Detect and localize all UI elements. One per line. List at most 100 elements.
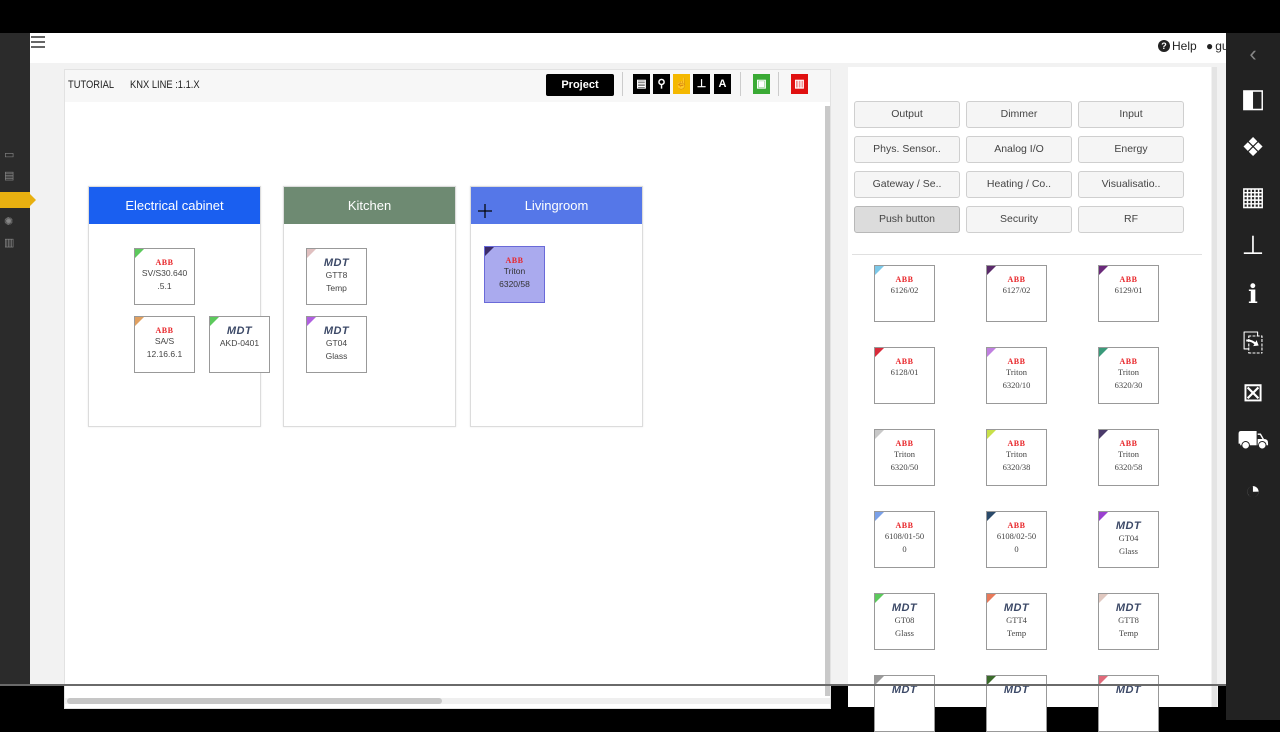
library-device[interactable]: MDT GT04 Glass [1098, 511, 1159, 568]
library-device[interactable]: ABB Triton 6320/10 [986, 347, 1047, 404]
brand-logo: MDT [323, 325, 350, 337]
project-details-button[interactable]: Project Details [546, 74, 614, 113]
cubes-icon[interactable]: ❖ [1226, 128, 1280, 166]
room-card[interactable]: Livingroom ABB Triton 6320/58 [470, 186, 643, 427]
library-device[interactable]: ABB Triton 6320/38 [986, 429, 1047, 486]
device-label-line: GT04 [325, 338, 348, 348]
archive-icon[interactable]: ▤ [4, 170, 18, 182]
category-button[interactable]: Dimmer [966, 101, 1072, 128]
trash-icon[interactable]: ▥ [791, 74, 808, 94]
category-button[interactable]: Phys. Sensor.. [854, 136, 960, 163]
device-label-line: 6320/38 [1002, 462, 1031, 472]
library-device[interactable]: ABB 6129/01 [1098, 265, 1159, 322]
document-icon[interactable] [0, 192, 36, 208]
library-device[interactable]: MDT GTT4 Temp [986, 593, 1047, 650]
menu-icon[interactable] [31, 36, 45, 48]
pie-chart-icon[interactable]: ◔ [1226, 471, 1280, 509]
document-icon[interactable]: ▤ [633, 74, 650, 94]
category-button[interactable]: Analog I/O [966, 136, 1072, 163]
category-button[interactable]: Push button [854, 206, 960, 233]
device-label-line: SA/S [154, 336, 175, 346]
left-strip: ▭ ▤ ✺ ▥ [0, 33, 36, 684]
cube-icon[interactable]: ◧ [1226, 79, 1280, 117]
room-device[interactable]: MDT GTT8 Temp [306, 248, 367, 305]
gear-icon[interactable]: ✺ [4, 216, 18, 228]
library-device[interactable]: MDT GTT8 Temp [1098, 593, 1159, 650]
bar-chart-icon[interactable]: ▥ [4, 237, 18, 249]
canvas-header: TUTORIAL KNX LINE :1.1.X Project Details… [65, 70, 830, 113]
category-button[interactable]: Gateway / Se.. [854, 171, 960, 198]
device-label-line: Glass [895, 628, 914, 638]
room-title[interactable]: Electrical cabinet [89, 187, 260, 224]
vertical-scrollbar[interactable] [825, 106, 830, 696]
excel-file-icon[interactable]: ⊠ [1226, 373, 1280, 411]
library-device[interactable]: ABB Triton 6320/30 [1098, 347, 1159, 404]
room-card[interactable]: Electrical cabinet ABB SV/S30.640.5.1 ABB SA… [88, 186, 270, 427]
room-device[interactable]: ABB SV/S30.640 .5.1 [134, 248, 195, 305]
pdf-file-icon[interactable]: ⎘ [1226, 324, 1280, 362]
library-device[interactable]: MDT GT08 Glass [874, 593, 935, 650]
help-link[interactable]: ? Help [1158, 39, 1197, 53]
library-device[interactable]: ABB 6108/02-50 0 [986, 511, 1047, 568]
device-label-line: Triton [1006, 449, 1027, 459]
info-icon[interactable]: ℹ [1226, 275, 1280, 313]
color-tag-icon [987, 430, 996, 439]
device-label-line: 6108/02-50 [996, 531, 1037, 541]
sitemap-icon[interactable]: ⊥ [693, 74, 710, 94]
device-label-line: GT04 [1118, 533, 1139, 543]
brand-logo: ABB [155, 326, 174, 335]
divider [852, 254, 1202, 255]
color-tag-icon [1099, 430, 1108, 439]
category-button[interactable]: Energy [1078, 136, 1184, 163]
brand-logo: MDT [1115, 520, 1142, 532]
brand-logo: ABB [895, 521, 914, 530]
divider [622, 72, 623, 96]
library-scrollbar[interactable] [1211, 67, 1218, 707]
pointer-icon[interactable]: ☝ [673, 74, 690, 94]
category-button[interactable]: Visualisatio.. [1078, 171, 1184, 198]
color-tag-icon [1099, 512, 1108, 521]
room-device[interactable]: MDT GT04 Glass [306, 316, 367, 373]
library-device[interactable]: ABB 6127/02 [986, 265, 1047, 322]
category-button[interactable]: RF [1078, 206, 1184, 233]
library-device[interactable]: ABB Triton 6320/50 [874, 429, 935, 486]
color-tag-icon [987, 348, 996, 357]
tv-icon[interactable]: ▭ [4, 149, 18, 161]
horizontal-scrollbar-thumb[interactable] [67, 698, 442, 704]
library-device[interactable]: ABB Triton 6320/58 [1098, 429, 1159, 486]
brand-logo: ABB [505, 256, 524, 265]
room-device[interactable]: ABB Triton 6320/58 [484, 246, 545, 303]
device-label-line: 6126/02 [890, 285, 919, 295]
room-device[interactable]: ABB SA/S 12.16.6.1 [134, 316, 195, 373]
chevron-left-icon[interactable]: ‹ [1226, 35, 1280, 73]
brand-logo: ABB [1007, 357, 1026, 366]
brand-logo: ABB [1007, 275, 1026, 284]
search-icon[interactable]: ⚲ [653, 74, 670, 94]
device-label-line: Triton [1118, 449, 1139, 459]
cart-icon[interactable]: ⛟ [1226, 422, 1280, 460]
right-tool-bar: ‹ ◧ ❖ ▦ ⊥ ℹ ⎘ ⊠ ⛟ ◔ [1226, 33, 1280, 720]
library-device[interactable]: ABB 6128/01 [874, 347, 935, 404]
category-button[interactable]: Security [966, 206, 1072, 233]
font-icon[interactable]: A [714, 74, 731, 94]
library-device[interactable]: ABB 6108/01-50 0 [874, 511, 935, 568]
brand-logo: MDT [323, 257, 350, 269]
building-icon[interactable]: ▦ [1226, 177, 1280, 215]
sitemap-icon[interactable]: ⊥ [1226, 226, 1280, 264]
color-tag-icon [307, 249, 316, 258]
category-button[interactable]: Heating / Co.. [966, 171, 1072, 198]
room-title[interactable]: Livingroom [471, 187, 642, 224]
category-button[interactable]: Output [854, 101, 960, 128]
color-tag-icon [135, 249, 144, 258]
room-card[interactable]: Kitchen MDT GTT8 Temp MDT GT04 Glass [283, 186, 456, 427]
category-button[interactable]: Input [1078, 101, 1184, 128]
library-device[interactable]: ABB 6126/02 [874, 265, 935, 322]
room-device[interactable]: MDT AKD-0401 [209, 316, 270, 373]
device-label-line: Triton [1118, 367, 1139, 377]
color-tag-icon [485, 247, 494, 256]
room-title[interactable]: Kitchen [284, 187, 455, 224]
brand-logo: ABB [1119, 357, 1138, 366]
save-icon[interactable]: ▣ [753, 74, 770, 94]
device-label-line: Triton [894, 449, 915, 459]
color-tag-icon [210, 317, 219, 326]
